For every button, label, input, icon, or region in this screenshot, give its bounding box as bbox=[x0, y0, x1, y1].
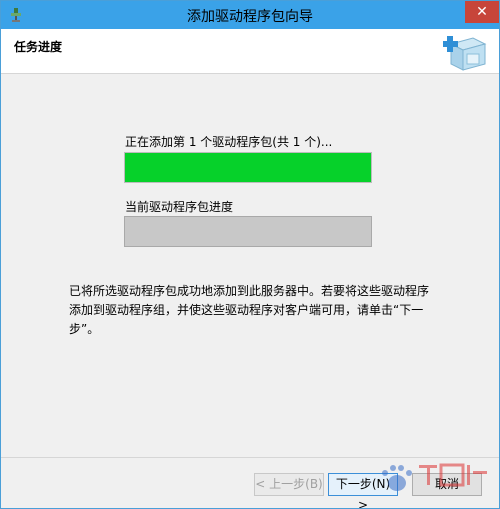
title-bar[interactable]: 添加驱动程序包向导 ✕ bbox=[1, 1, 499, 29]
overall-progress-bar bbox=[124, 152, 372, 183]
overall-progress-label: 正在添加第 1 个驱动程序包(共 1 个)... bbox=[125, 135, 333, 149]
next-button[interactable]: 下一步(N) > bbox=[328, 473, 398, 508]
close-icon: ✕ bbox=[476, 4, 488, 20]
cancel-button[interactable]: 取消 bbox=[412, 473, 482, 496]
completion-message: 已将所选驱动程序包成功地添加到此服务器中。若要将这些驱动程序添加到驱动程序组，并… bbox=[69, 284, 430, 336]
page-title: 任务进度 bbox=[14, 40, 63, 54]
window-title: 添加驱动程序包向导 bbox=[187, 9, 313, 25]
button-bar: < 上一步(B) 下一步(N) > 取消 bbox=[1, 457, 499, 508]
wizard-window: 添加驱动程序包向导 ✕ 任务进度 正在添加第 1 个驱动程序包(共 1 个)..… bbox=[0, 0, 500, 509]
package-progress-label: 当前驱动程序包进度 bbox=[125, 200, 234, 214]
overall-progress-fill bbox=[125, 153, 371, 182]
page-header: 任务进度 bbox=[1, 29, 499, 74]
content-area: 正在添加第 1 个驱动程序包(共 1 个)... 当前驱动程序包进度 已将所选驱… bbox=[1, 74, 499, 457]
package-progress-bar bbox=[124, 216, 372, 247]
previous-button[interactable]: < 上一步(B) bbox=[254, 473, 324, 496]
close-button[interactable]: ✕ bbox=[465, 1, 499, 23]
package-add-icon bbox=[443, 36, 487, 71]
